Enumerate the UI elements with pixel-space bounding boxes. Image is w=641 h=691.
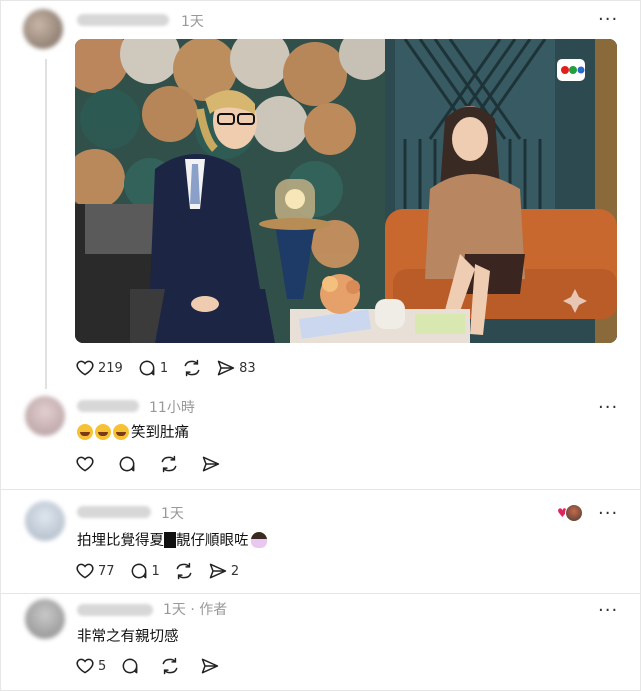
- repost-button[interactable]: [160, 656, 180, 676]
- reply2-avatar[interactable]: [25, 501, 65, 541]
- reply-count: 1: [151, 563, 160, 579]
- reply-count: 1: [159, 360, 169, 376]
- post-author-name[interactable]: [77, 14, 169, 26]
- reply-button[interactable]: 1: [137, 358, 168, 378]
- reply1-text-content: 笑到肚痛: [131, 425, 189, 441]
- comment-icon: [122, 658, 138, 674]
- reply-button[interactable]: [117, 454, 137, 474]
- like-count: 5: [98, 658, 107, 674]
- reply2-text-before: 拍埋比覺得夏: [77, 533, 164, 549]
- like-button[interactable]: 77: [75, 561, 115, 581]
- reply1-time: 11小時: [149, 400, 195, 416]
- reply-button[interactable]: 1: [129, 561, 160, 581]
- post-more-icon[interactable]: ···: [598, 11, 618, 29]
- reply3-time-value: 1天: [163, 602, 186, 618]
- repost-icon: [176, 562, 192, 580]
- heart-icon: [76, 360, 94, 376]
- repost-button[interactable]: [159, 454, 179, 474]
- reply3-author-name[interactable]: [77, 604, 153, 616]
- reply2-actions: 77 1 2: [75, 560, 253, 582]
- repost-button[interactable]: [174, 561, 194, 581]
- share-button[interactable]: 83: [216, 358, 256, 378]
- liked-by-author-badge: ♥: [557, 504, 583, 522]
- reply1-author-name[interactable]: [77, 400, 139, 412]
- repost-icon: [184, 359, 200, 377]
- like-count: 77: [98, 563, 115, 579]
- reply1-avatar[interactable]: [25, 396, 65, 436]
- share-count: 83: [239, 360, 256, 376]
- reply3-more-icon[interactable]: ···: [598, 602, 618, 620]
- repost-icon: [161, 455, 177, 473]
- comment-icon: [131, 563, 146, 579]
- redacted-mark: [164, 532, 176, 548]
- share-icon: [202, 456, 220, 472]
- heart-icon: [76, 563, 94, 579]
- author-mini-avatar: [565, 504, 583, 522]
- reply-button[interactable]: [120, 656, 140, 676]
- share-button[interactable]: 2: [208, 561, 239, 581]
- heart-icon: [76, 456, 94, 472]
- repost-icon: [162, 657, 178, 675]
- divider: [1, 489, 641, 490]
- person-emoji-icon: [250, 532, 267, 548]
- like-button[interactable]: [75, 454, 95, 474]
- post-time: 1天: [181, 14, 204, 30]
- studio-scene-image: [75, 39, 617, 343]
- like-button[interactable]: 5: [75, 656, 106, 676]
- reply2-text: 拍埋比覺得夏 靚仔順眼咗: [77, 529, 267, 550]
- threads-page: 1天 ··· 219 1 83 11小時 ··· 笑到肚痛 1天 ♥ ··· 拍…: [0, 0, 641, 691]
- share-button[interactable]: [201, 454, 221, 474]
- author-tag: · 作者: [190, 602, 228, 618]
- tvb-logo-icon: [557, 59, 585, 81]
- reply3-text: 非常之有親切感: [77, 629, 179, 645]
- reply1-more-icon[interactable]: ···: [598, 399, 618, 417]
- reply3-avatar[interactable]: [25, 599, 65, 639]
- like-count: 219: [98, 360, 123, 376]
- heart-icon: [76, 658, 94, 674]
- like-button[interactable]: 219: [75, 358, 123, 378]
- laughing-emoji-icon: [113, 424, 129, 440]
- thread-line: [45, 59, 47, 389]
- post-actions: 219 1 83: [75, 357, 270, 379]
- share-icon: [217, 360, 235, 376]
- share-icon: [209, 563, 227, 579]
- reply2-text-after: 靚仔順眼咗: [176, 533, 249, 549]
- reply2-author-name[interactable]: [77, 506, 151, 518]
- repost-button[interactable]: [182, 358, 202, 378]
- reply2-time: 1天: [161, 506, 184, 522]
- comment-icon: [119, 456, 135, 472]
- share-icon: [202, 658, 219, 674]
- reply3-time: 1天 · 作者: [163, 599, 227, 619]
- share-count: 2: [230, 563, 240, 579]
- post-author-avatar[interactable]: [23, 9, 63, 49]
- divider: [1, 593, 641, 594]
- post-media-image[interactable]: [75, 39, 617, 343]
- reply1-actions: [75, 453, 235, 475]
- share-button[interactable]: [200, 656, 220, 676]
- comment-icon: [139, 360, 155, 376]
- reply3-actions: 5: [75, 655, 234, 677]
- reply1-text: 笑到肚痛: [77, 421, 189, 442]
- laughing-emoji-icon: [95, 424, 111, 440]
- reply2-more-icon[interactable]: ···: [598, 505, 618, 523]
- laughing-emoji-icon: [77, 424, 93, 440]
